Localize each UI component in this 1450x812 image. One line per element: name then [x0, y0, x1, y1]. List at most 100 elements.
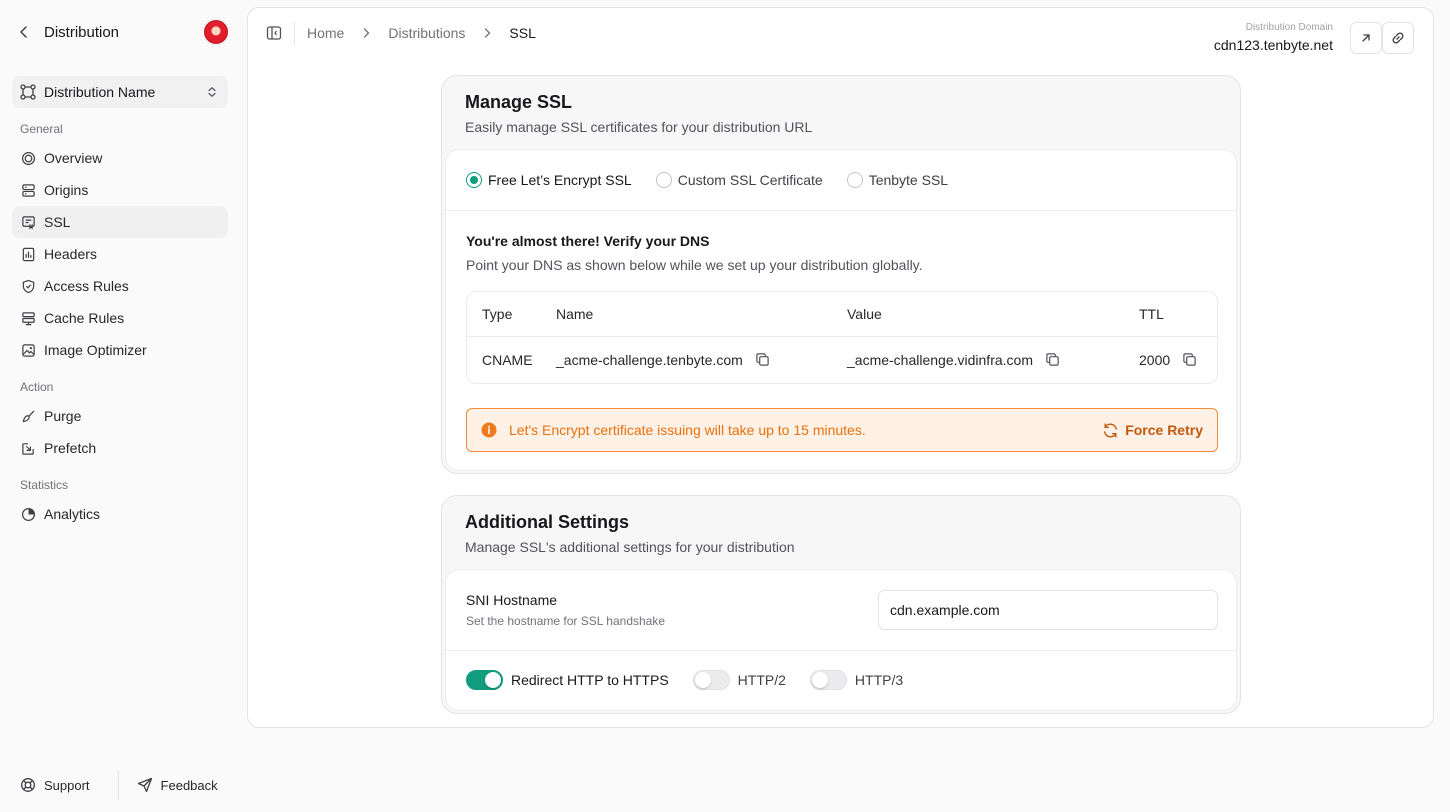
- sidebar-item-purge[interactable]: Purge: [12, 400, 228, 432]
- radio-tenbyte-ssl[interactable]: Tenbyte SSL: [846, 172, 949, 188]
- sidebar-footer: Support Feedback: [0, 770, 240, 800]
- copy-ttl-button[interactable]: [1182, 352, 1197, 367]
- broom-icon: [20, 408, 36, 424]
- breadcrumb-current: SSL: [509, 25, 536, 41]
- additional-settings-card: Additional Settings Manage SSL's additio…: [441, 495, 1241, 714]
- sidebar-item-label: Purge: [44, 408, 82, 424]
- http2-label: HTTP/2: [737, 672, 786, 688]
- dns-value: _acme-challenge.vidinfra.com: [847, 351, 1033, 368]
- send-icon: [137, 777, 152, 793]
- distribution-select[interactable]: Distribution Name: [12, 76, 228, 108]
- sidebar-item-cache-rules[interactable]: Cache Rules: [12, 302, 228, 334]
- col-name-header: Name: [556, 306, 594, 322]
- dns-name-cell: _acme-challenge.tenbyte.com: [556, 352, 770, 368]
- analytics-icon: [20, 506, 36, 522]
- sni-hostname-input[interactable]: [878, 590, 1218, 630]
- chevron-right-icon: [481, 27, 493, 39]
- domain-label: Distribution Domain: [1245, 22, 1333, 33]
- protocol-toggles: Redirect HTTP to HTTPS HTTP/2 HTTP/3: [466, 670, 927, 690]
- manage-ssl-card: Manage SSL Easily manage SSL certificate…: [441, 75, 1241, 474]
- support-button[interactable]: Support: [20, 770, 90, 800]
- shield-icon: [20, 278, 36, 294]
- distribution-select-label: Distribution Name: [44, 84, 156, 100]
- sidebar-item-overview[interactable]: Overview: [12, 142, 228, 174]
- switch-on: [466, 670, 503, 690]
- radio-free-letsencrypt[interactable]: Free Let’s Encrypt SSL: [466, 172, 632, 188]
- sidebar-item-label: SSL: [44, 214, 71, 230]
- dns-name: _acme-challenge.tenbyte.com: [556, 351, 743, 368]
- copy-name-button[interactable]: [755, 352, 770, 367]
- back-button[interactable]: [12, 16, 36, 48]
- ssl-type-radio-group: Free Let’s Encrypt SSL Custom SSL Certif…: [466, 170, 972, 190]
- sidebar-item-image-optimizer[interactable]: Image Optimizer: [12, 334, 228, 366]
- sidebar: Distribution Distribution Name General O…: [0, 0, 240, 812]
- sidebar-item-label: Headers: [44, 246, 97, 262]
- link-icon: [1392, 32, 1404, 44]
- feedback-button[interactable]: Feedback: [137, 770, 218, 800]
- sidebar-item-origins[interactable]: Origins: [12, 174, 228, 206]
- open-external-button[interactable]: [1350, 22, 1382, 54]
- support-label: Support: [44, 777, 90, 793]
- sidebar-item-label: Origins: [44, 182, 89, 198]
- server-icon: [20, 182, 36, 198]
- breadcrumb-home[interactable]: Home: [307, 25, 344, 41]
- copy-link-button[interactable]: [1382, 22, 1414, 54]
- radio-custom-ssl[interactable]: Custom SSL Certificate: [655, 172, 823, 188]
- table-row: CNAME _acme-challenge.tenbyte.com _acme-…: [467, 337, 1217, 382]
- additional-settings-subtitle: Manage SSL's additional settings for you…: [465, 539, 795, 555]
- sidebar-item-label: Image Optimizer: [44, 342, 147, 358]
- alert-message: Let's Encrypt certificate issuing will t…: [509, 422, 866, 438]
- http3-toggle[interactable]: HTTP/3: [809, 670, 904, 690]
- certificate-icon: [20, 214, 36, 230]
- switch-off: [809, 670, 847, 690]
- sidebar-item-label: Prefetch: [44, 440, 97, 456]
- sidebar-item-prefetch[interactable]: Prefetch: [12, 432, 228, 464]
- breadcrumb: Home Distributions SSL: [307, 23, 536, 43]
- force-retry-label: Force Retry: [1125, 422, 1203, 438]
- sidebar-toggle-button[interactable]: [264, 23, 284, 43]
- distribution-icon: [20, 84, 36, 100]
- switch-off: [692, 670, 730, 690]
- sni-hostname-label: SNI Hostname: [466, 592, 558, 608]
- sidebar-item-ssl[interactable]: SSL: [12, 206, 228, 238]
- radio-label: Tenbyte SSL: [868, 172, 949, 188]
- sidebar-item-access-rules[interactable]: Access Rules: [12, 270, 228, 302]
- additional-settings-content: SNI Hostname Set the hostname for SSL ha…: [445, 569, 1237, 711]
- col-type-header: Type: [482, 306, 513, 322]
- copy-value-button[interactable]: [1045, 352, 1060, 367]
- col-ttl-header: TTL: [1139, 306, 1164, 322]
- http3-label: HTTP/3: [854, 672, 904, 688]
- distribution-domain: Distribution Domain cdn123.tenbyte.net: [1214, 22, 1333, 54]
- chevron-up-down-icon: [208, 86, 216, 98]
- verify-dns-title: You're almost there! Verify your DNS: [466, 233, 710, 249]
- manage-ssl-content: Free Let’s Encrypt SSL Custom SSL Certif…: [445, 149, 1237, 471]
- topbar: Home Distributions SSL Distribution Doma…: [248, 8, 1433, 58]
- sidebar-item-label: Analytics: [44, 506, 101, 522]
- dns-ttl: 2000: [1139, 351, 1171, 368]
- additional-settings-title: Additional Settings: [465, 512, 629, 532]
- copy-icon: [756, 353, 769, 366]
- arrow-up-right-icon: [1362, 34, 1370, 42]
- force-retry-button[interactable]: Force Retry: [1102, 422, 1203, 439]
- prefetch-icon: [20, 440, 36, 456]
- avatar[interactable]: [204, 20, 228, 44]
- chevron-left-icon: [20, 26, 27, 38]
- sidebar-item-analytics[interactable]: Analytics: [12, 498, 228, 530]
- dns-ttl-cell: 2000: [1139, 352, 1197, 368]
- domain-value: cdn123.tenbyte.net: [1213, 37, 1333, 53]
- sidebar-group-action: Action: [20, 380, 54, 394]
- headers-icon: [20, 246, 36, 262]
- feedback-label: Feedback: [160, 777, 218, 793]
- redirect-https-toggle[interactable]: Redirect HTTP to HTTPS: [466, 670, 669, 690]
- sidebar-header: Distribution: [12, 16, 228, 48]
- sidebar-toggle-icon: [266, 26, 282, 40]
- ssl-issuing-alert: Let's Encrypt certificate issuing will t…: [466, 408, 1218, 452]
- sidebar-item-headers[interactable]: Headers: [12, 238, 228, 270]
- http2-toggle[interactable]: HTTP/2: [692, 670, 786, 690]
- sni-hostname-help: Set the hostname for SSL handshake: [466, 614, 666, 628]
- manage-ssl-subtitle: Easily manage SSL certificates for your …: [465, 119, 813, 135]
- sidebar-item-label: Cache Rules: [44, 310, 125, 326]
- chevron-right-icon: [360, 27, 372, 39]
- breadcrumb-distributions[interactable]: Distributions: [388, 25, 465, 41]
- sidebar-title: Distribution: [44, 23, 120, 41]
